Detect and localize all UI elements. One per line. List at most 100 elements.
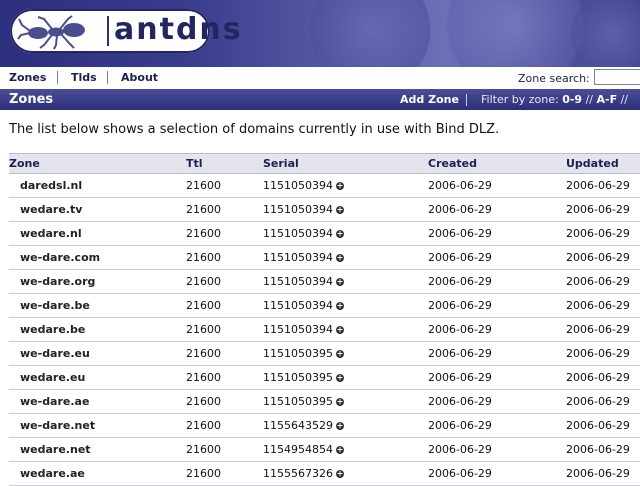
created-date: 2006-06-29: [428, 371, 492, 384]
serial-value: 1151050395: [263, 371, 333, 384]
plus-circle-icon[interactable]: +: [336, 326, 344, 334]
zone-name-link[interactable]: daredsl.nl: [20, 179, 82, 192]
serial-value: 1151050394: [263, 179, 333, 192]
plus-circle-icon[interactable]: +: [336, 374, 344, 382]
ant-icon: [17, 15, 85, 50]
created-date: 2006-06-29: [428, 275, 492, 288]
serial-value: 1151050394: [263, 275, 333, 288]
created-date: 2006-06-29: [428, 395, 492, 408]
zone-name-link[interactable]: wedare.tv: [20, 203, 82, 216]
zone-search-input[interactable]: [594, 69, 640, 85]
zone-name-link[interactable]: wedare.be: [20, 323, 85, 336]
zone-name-link[interactable]: we-dare.be: [20, 299, 90, 312]
plus-circle-icon[interactable]: +: [336, 182, 344, 190]
filter-0-9-link[interactable]: 0-9: [562, 93, 582, 106]
filter-label: Filter by zone:: [481, 93, 559, 106]
column-header-updated[interactable]: Updated: [566, 153, 640, 174]
updated-date: 2006-06-29: [566, 203, 630, 216]
created-date: 2006-06-29: [428, 203, 492, 216]
table-row: wedare.ae 21600 1155567326 +2006-06-29 2006-…: [9, 461, 640, 486]
zones-table: Zone Ttl Serial Created Updated daredsl.…: [9, 153, 640, 486]
table-header-row: Zone Ttl Serial Created Updated: [9, 153, 640, 174]
table-row: wedare.eu 21600 1151050395 +2006-06-29 2006-…: [9, 365, 640, 390]
ttl-value: 21600: [186, 419, 221, 432]
zone-name-link[interactable]: wedare.eu: [20, 371, 85, 384]
serial-value: 1151050395: [263, 395, 333, 408]
plus-circle-icon[interactable]: +: [336, 206, 344, 214]
zone-name-link[interactable]: we-dare.net: [20, 419, 95, 432]
zone-name-link[interactable]: wedare.net: [20, 443, 91, 456]
zone-name-link[interactable]: we-dare.org: [20, 275, 95, 288]
ttl-value: 21600: [186, 443, 221, 456]
nav-tlds[interactable]: Tlds: [71, 71, 97, 85]
created-date: 2006-06-29: [428, 227, 492, 240]
section-title-bar: Zones Add Zone Filter by zone: 0-9 // A-…: [0, 89, 640, 110]
logo[interactable]: antdns: [10, 9, 241, 53]
updated-date: 2006-06-29: [566, 443, 630, 456]
title-separator: [466, 94, 467, 106]
column-header-ttl[interactable]: Ttl: [186, 153, 263, 174]
zone-name-link[interactable]: we-dare.eu: [20, 347, 90, 360]
created-date: 2006-06-29: [428, 299, 492, 312]
table-row: daredsl.nl 21600 1151050394 +2006-06-29 2006…: [9, 173, 640, 198]
ttl-value: 21600: [186, 371, 221, 384]
nav-separator: [57, 71, 58, 84]
table-body: daredsl.nl 21600 1151050394 +2006-06-29 2006…: [9, 173, 640, 486]
column-header-serial[interactable]: Serial: [263, 153, 428, 174]
updated-date: 2006-06-29: [566, 275, 630, 288]
serial-value: 1151050394: [263, 227, 333, 240]
serial-value: 1154954854: [263, 443, 333, 456]
table-row: we-dare.net 21600 1155643529 +2006-06-29 200…: [9, 413, 640, 438]
plus-circle-icon[interactable]: +: [336, 302, 344, 310]
ttl-value: 21600: [186, 227, 221, 240]
created-date: 2006-06-29: [428, 251, 492, 264]
updated-date: 2006-06-29: [566, 347, 630, 360]
ttl-value: 21600: [186, 179, 221, 192]
updated-date: 2006-06-29: [566, 299, 630, 312]
updated-date: 2006-06-29: [566, 395, 630, 408]
created-date: 2006-06-29: [428, 419, 492, 432]
zone-search-label: Zone search:: [518, 72, 590, 85]
updated-date: 2006-06-29: [566, 371, 630, 384]
zone-name-link[interactable]: we-dare.ae: [20, 395, 89, 408]
plus-circle-icon[interactable]: +: [336, 470, 344, 478]
plus-circle-icon[interactable]: +: [336, 278, 344, 286]
zone-filter: Filter by zone: 0-9 // A-F //: [481, 93, 628, 107]
plus-circle-icon[interactable]: +: [336, 398, 344, 406]
plus-circle-icon[interactable]: +: [336, 230, 344, 238]
table-row: wedare.nl 21600 1151050394 +2006-06-29 2006-…: [9, 221, 640, 246]
serial-value: 1155643529: [263, 419, 333, 432]
serial-value: 1151050394: [263, 299, 333, 312]
nav-zones[interactable]: Zones: [9, 71, 46, 85]
plus-circle-icon[interactable]: +: [336, 422, 344, 430]
column-header-created[interactable]: Created: [428, 153, 566, 174]
zone-name-link[interactable]: we-dare.com: [20, 251, 100, 264]
ttl-value: 21600: [186, 203, 221, 216]
table-row: we-dare.ae 21600 1151050395 +2006-06-29 2006…: [9, 389, 640, 414]
serial-value: 1151050394: [263, 323, 333, 336]
ttl-value: 21600: [186, 467, 221, 480]
filter-a-f-link[interactable]: A-F: [596, 93, 617, 106]
zone-name-link[interactable]: wedare.nl: [20, 227, 82, 240]
created-date: 2006-06-29: [428, 179, 492, 192]
filter-separator: //: [620, 93, 628, 106]
nav-separator: [107, 71, 108, 84]
column-header-zone[interactable]: Zone: [9, 153, 186, 174]
header-banner: antdns: [0, 0, 640, 67]
table-row: we-dare.be 21600 1151050394 +2006-06-29 2006…: [9, 293, 640, 318]
add-zone-link[interactable]: Add Zone: [400, 93, 459, 107]
nav-about[interactable]: About: [121, 71, 158, 85]
plus-circle-icon[interactable]: +: [336, 446, 344, 454]
serial-value: 1151050395: [263, 347, 333, 360]
plus-circle-icon[interactable]: +: [336, 254, 344, 262]
zone-name-link[interactable]: wedare.ae: [20, 467, 85, 480]
logo-text: antdns: [114, 12, 243, 47]
gear-decoration-icon: [300, 0, 440, 67]
created-date: 2006-06-29: [428, 443, 492, 456]
plus-circle-icon[interactable]: +: [336, 350, 344, 358]
updated-date: 2006-06-29: [566, 227, 630, 240]
created-date: 2006-06-29: [428, 347, 492, 360]
page-title: Zones: [9, 92, 54, 107]
table-row: we-dare.com 21600 1151050394 +2006-06-29 200…: [9, 245, 640, 270]
table-row: wedare.net 21600 1154954854 +2006-06-29 2006…: [9, 437, 640, 462]
